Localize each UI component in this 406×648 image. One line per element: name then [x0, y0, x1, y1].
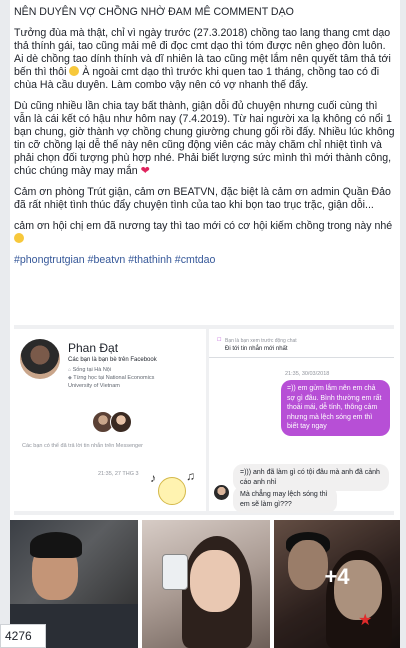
profile-avatar	[20, 339, 60, 379]
lives-in: ⌂ Sống tại Hà Nội	[68, 366, 198, 374]
message-timestamp: 21:35, 27 THG 3	[98, 471, 139, 477]
more-photos-count: +4	[324, 564, 350, 589]
heart-eyes-emoji-icon	[14, 233, 24, 243]
facebook-profile-screenshot: Phan Đạt Các bạn là bạn bè trên Facebook…	[14, 329, 206, 511]
sent-message-bubble: =)) em gửm lắm nên em chả sợ gì đâu. Bìn…	[281, 380, 390, 436]
post-hashtags[interactable]: #phongtrutgian #beatvn #thathinh #cmtdao	[14, 254, 396, 267]
profile-info: ⌂ Sống tại Hà Nội ◆ Từng học tại Nationa…	[68, 366, 198, 390]
photo-grid: +4 ★	[10, 518, 400, 648]
music-note-icon: ♫	[186, 469, 195, 483]
home-icon: ⌂	[68, 367, 72, 373]
facebook-post: NÊN DUYÊN VỢ CHỒNG NHỜ ĐAM MÊ COMMENT DẠ…	[10, 0, 400, 648]
star-icon: ★	[358, 612, 373, 629]
paragraph-4: cảm ơn hội chị em đã nương tay thì tao m…	[14, 220, 393, 232]
music-note-icon: ♪	[150, 471, 156, 485]
messenger-screenshot: ☐ Bạn là bạn xem trước động chat Đi tới …	[209, 329, 394, 513]
smile-emoji-icon	[69, 66, 80, 76]
cat-sticker-icon: ♪ ♫	[148, 469, 198, 513]
mutual-avatars	[92, 411, 138, 437]
jump-to-latest-link[interactable]: Đi tới tin nhắn mới nhất	[225, 346, 288, 352]
post-body: NÊN DUYÊN VỢ CHỒNG NHỜ ĐAM MÊ COMMENT DẠ…	[10, 0, 400, 267]
received-message-bubble: Mà chẳng may lệch sóng thì em sẽ làm gì?…	[233, 486, 337, 513]
avatar	[214, 485, 229, 500]
post-paragraph-4: cảm ơn hội chị em đã nương tay thì tao m…	[14, 220, 396, 246]
checkbox-icon: ☐	[217, 337, 222, 343]
photo-3-more[interactable]: +4 ★	[274, 520, 400, 648]
studied-text-1: Từng học tại National Economics	[73, 375, 155, 381]
school-icon: ◆	[68, 375, 72, 381]
divider	[209, 357, 394, 358]
photo-2[interactable]	[142, 520, 270, 648]
phone-icon	[162, 554, 188, 590]
heart-emoji-icon: ❤	[140, 165, 150, 177]
post-paragraph-3: Cảm ơn phòng Trút giận, cảm ơn BEATVN, đ…	[14, 186, 391, 211]
studied-at-2: University of Vietnam	[68, 383, 120, 389]
cat-face	[158, 477, 186, 505]
friends-status: Các bạn là bạn bè trên Facebook	[68, 357, 157, 363]
studied-at: ◆ Từng học tại National Economics	[68, 374, 198, 382]
chat-timestamp: 21:35, 30/03/2018	[285, 371, 330, 377]
attached-screenshots: Phan Đạt Các bạn là bạn bè trên Facebook…	[14, 325, 394, 515]
messenger-note: Các bạn có thể đã trả lời tin nhắn trên …	[22, 443, 144, 449]
photo-shape	[190, 550, 240, 612]
chat-header-note: Bạn là bạn xem trước động chat	[225, 338, 297, 344]
photo-shape	[30, 532, 82, 558]
post-paragraph-2: Dù cũng nhiều lần chia tay bất thành, gi…	[14, 100, 396, 178]
lives-in-text: Sống tại Hà Nội	[72, 367, 112, 373]
post-paragraph-1: Tưởng đùa mà thật, chỉ vì ngày trước (27…	[14, 27, 396, 92]
avatar	[110, 411, 132, 433]
post-title: NÊN DUYÊN VỢ CHỒNG NHỜ ĐAM MÊ COMMENT DẠ…	[14, 6, 294, 18]
post-number-badge: 4276	[0, 624, 46, 648]
profile-name: Phan Đạt	[68, 341, 119, 355]
paragraph-2: Dù cũng nhiều lần chia tay bất thành, gi…	[14, 100, 395, 177]
